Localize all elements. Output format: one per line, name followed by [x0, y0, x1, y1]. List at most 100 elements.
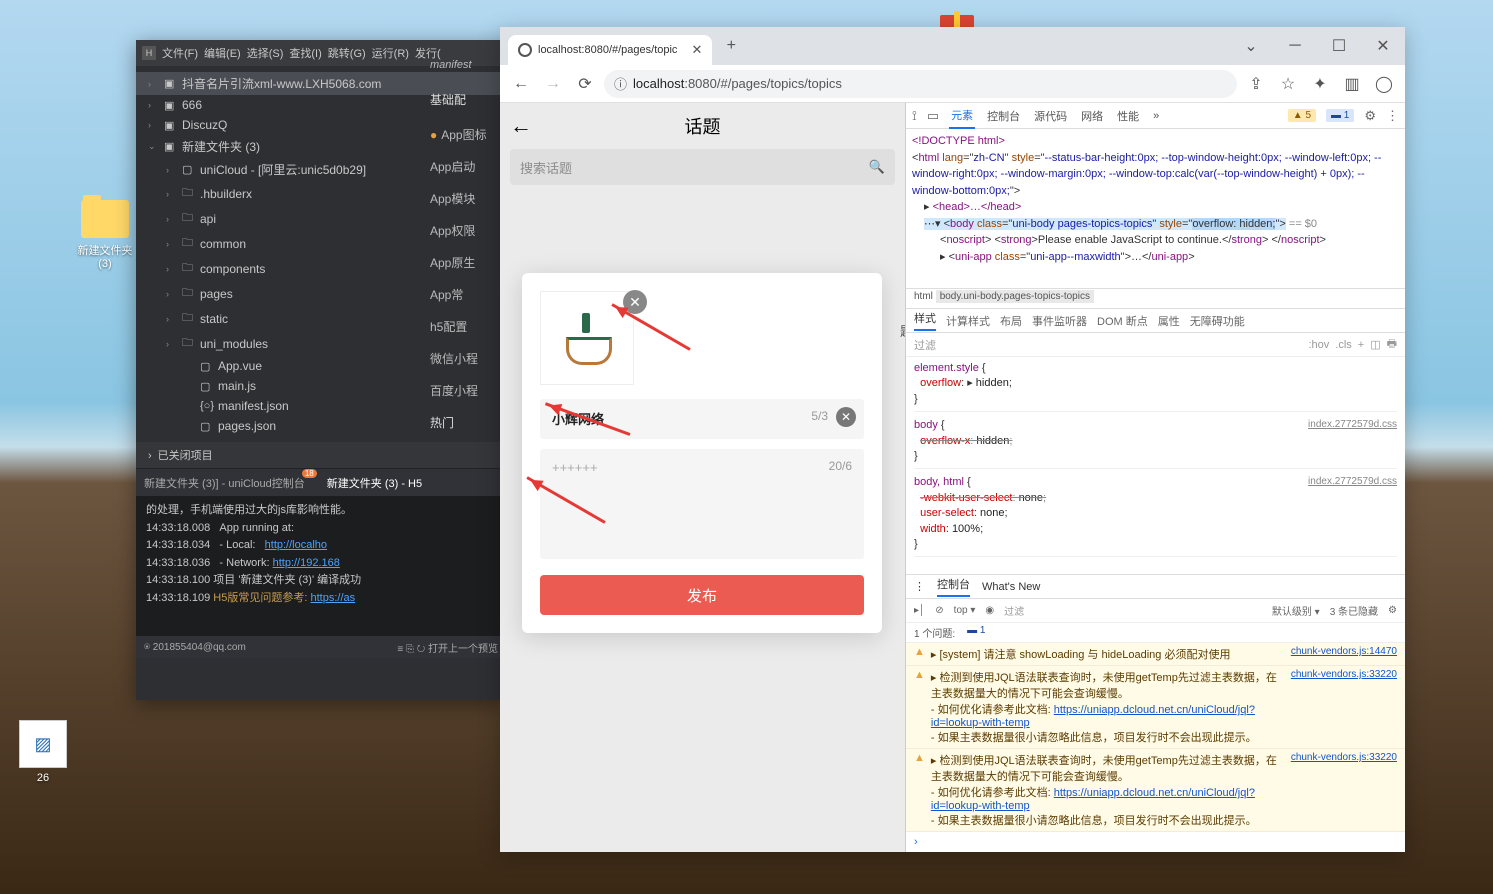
address-bar[interactable]: ⓘ localhost:8080/#/pages/topics/topics: [604, 70, 1237, 98]
drawer-menu-icon[interactable]: ⋮: [914, 580, 925, 593]
drawer-console-tab[interactable]: 控制台: [937, 576, 970, 597]
create-topic-modal: ✕ 小辉网络 5/3 ✕ ++++++ 20/6 发布: [522, 273, 882, 633]
console-settings-icon[interactable]: ⚙: [1388, 605, 1397, 616]
setting-app-module[interactable]: App模块: [430, 190, 510, 207]
console-filter-input[interactable]: 过滤: [1004, 603, 1262, 618]
tab-network[interactable]: 网络: [1079, 104, 1105, 128]
menu-edit[interactable]: 编辑(E): [204, 45, 241, 61]
tab-computed[interactable]: 计算样式: [946, 313, 990, 329]
new-tab-button[interactable]: +: [718, 37, 744, 55]
setting-app-perm[interactable]: App权限: [430, 222, 510, 239]
tab-console[interactable]: 控制台: [985, 104, 1022, 128]
warning-icon: ▲: [914, 752, 925, 828]
nav-reload-icon[interactable]: ⟳: [572, 71, 598, 97]
window-minimize[interactable]: ─: [1273, 27, 1317, 65]
window-controls: ⌄ ─ ☐ ✕: [1229, 27, 1405, 65]
tab-dom-break[interactable]: DOM 断点: [1097, 313, 1148, 329]
console-prompt[interactable]: ›: [906, 832, 1405, 852]
window-close[interactable]: ✕: [1361, 27, 1405, 65]
add-rule-icon[interactable]: +: [1358, 339, 1364, 351]
setting-baidu[interactable]: 百度小程: [430, 382, 510, 399]
setting-app-common[interactable]: App常: [430, 286, 510, 303]
ide-statusbar: ⍟ 201855404@qq.com ≡ ⎘ ↻ 打开上一个预览: [136, 636, 506, 658]
hot-topics-label: 热门: [430, 414, 510, 431]
sidebar-toggle-icon[interactable]: ▸│: [914, 605, 925, 616]
window-maximize[interactable]: ☐: [1317, 27, 1361, 65]
info-badge[interactable]: ▬ 1: [1326, 109, 1354, 122]
tab-props[interactable]: 属性: [1158, 313, 1180, 329]
profile-icon[interactable]: ◯: [1371, 71, 1397, 97]
folder-label: 新建文件夹 (3): [70, 242, 140, 270]
bookmark-icon[interactable]: ☆: [1275, 71, 1301, 97]
live-expr-icon[interactable]: ◉: [985, 605, 994, 616]
elements-breadcrumb[interactable]: html body.uni-body.pages-topics-topics: [906, 289, 1405, 309]
setting-h5[interactable]: h5配置: [430, 318, 510, 335]
desktop-folder[interactable]: 新建文件夹 (3): [70, 200, 140, 270]
styles-body[interactable]: element.style { overflow: ▸ hidden;} ind…: [906, 357, 1405, 575]
menu-run[interactable]: 运行(R): [372, 45, 409, 61]
tab-a11y[interactable]: 无障碍功能: [1190, 313, 1245, 329]
manifest-settings-panel: manifest 基础配 App图标 App启动 App模块 App权限 App…: [430, 55, 510, 431]
tab-performance[interactable]: 性能: [1115, 104, 1141, 128]
menu-select[interactable]: 选择(S): [247, 45, 284, 61]
image-label: 26: [8, 772, 78, 784]
setting-wechat[interactable]: 微信小程: [430, 350, 510, 367]
hov-toggle[interactable]: :hov: [1308, 339, 1329, 351]
tab-sources[interactable]: 源代码: [1032, 104, 1069, 128]
topic-desc-input[interactable]: ++++++ 20/6: [540, 449, 864, 559]
warnings-badge[interactable]: ▲ 5: [1288, 109, 1316, 122]
page-header: ← 话题: [500, 103, 905, 149]
tab-close-icon[interactable]: ✕: [691, 42, 702, 58]
publish-button[interactable]: 发布: [540, 575, 864, 615]
computed-toggle-icon[interactable]: ◫: [1370, 338, 1380, 351]
context-selector[interactable]: top ▾: [954, 605, 976, 616]
console-messages[interactable]: ▲ ▸ [system] 请注意 showLoading 与 hideLoadi…: [906, 643, 1405, 852]
setting-app-launch[interactable]: App启动: [430, 158, 510, 175]
menu-find[interactable]: 查找(I): [289, 45, 321, 61]
console-warning: ▲ ▸ 检测到使用JQL语法联表查询时，未使用getTemp先过滤主表数据，在主…: [906, 666, 1405, 749]
tab-styles[interactable]: 样式: [914, 310, 936, 331]
share-icon[interactable]: ⇪: [1243, 71, 1269, 97]
cls-toggle[interactable]: .cls: [1335, 339, 1352, 351]
menu-file[interactable]: 文件(F): [162, 45, 198, 61]
browser-titlebar: localhost:8080/#/pages/topic ✕ + ⌄ ─ ☐ ✕: [500, 27, 1405, 65]
setting-app-icon[interactable]: App图标: [430, 126, 510, 143]
tab-elements[interactable]: 元素: [949, 103, 975, 129]
device-toggle-icon[interactable]: ▭: [927, 108, 939, 124]
level-selector[interactable]: 默认级别 ▾: [1272, 603, 1320, 618]
filter-input[interactable]: 过滤: [914, 337, 936, 353]
ide-console[interactable]: 的处理，手机端使用过大的js库影响性能。 14:33:18.008 App ru…: [136, 496, 506, 636]
tab-layout[interactable]: 布局: [1000, 313, 1022, 329]
desktop-image-file[interactable]: ▨ 26: [8, 720, 78, 784]
gear-icon[interactable]: ⚙: [1364, 108, 1376, 124]
extensions-icon[interactable]: ✦: [1307, 71, 1333, 97]
tab-more[interactable]: »: [1151, 106, 1161, 126]
hidden-count[interactable]: 3 条已隐藏: [1330, 603, 1378, 618]
warning-icon: ▲: [914, 646, 925, 662]
page-title: 话题: [685, 113, 721, 139]
browser-tab[interactable]: localhost:8080/#/pages/topic ✕: [508, 35, 712, 65]
console-line: 14:33:18.036 - Network: http://192.168: [146, 555, 496, 573]
chrome-window: localhost:8080/#/pages/topic ✕ + ⌄ ─ ☐ ✕…: [500, 27, 1405, 852]
status-user[interactable]: ⍟ 201855404@qq.com: [144, 642, 246, 653]
inspect-icon[interactable]: ⟟: [912, 108, 917, 124]
clear-console-icon[interactable]: ⊘: [935, 605, 943, 616]
drawer-whatsnew-tab[interactable]: What's New: [982, 581, 1040, 593]
setting-app-native[interactable]: App原生: [430, 254, 510, 271]
status-preview[interactable]: ≡ ⎘ ↻ 打开上一个预览: [397, 640, 498, 655]
console-tab-unicloud[interactable]: 新建文件夹 (3)] - uniCloud控制台18: [144, 475, 305, 491]
reading-list-icon[interactable]: ▥: [1339, 71, 1365, 97]
chevron-down-icon[interactable]: ⌄: [1229, 27, 1273, 65]
nav-back-icon[interactable]: ←: [508, 71, 534, 97]
tab-listeners[interactable]: 事件监听器: [1032, 313, 1087, 329]
info-icon[interactable]: ⓘ: [614, 74, 627, 93]
console-tab-h5[interactable]: 新建文件夹 (3) - H5: [327, 475, 422, 491]
print-icon[interactable]: 🖶: [1387, 335, 1397, 354]
closed-projects-section[interactable]: ›已关闭项目: [136, 442, 506, 468]
elements-panel[interactable]: <!DOCTYPE html> <html lang="zh-CN" style…: [906, 129, 1405, 289]
back-icon[interactable]: ←: [510, 113, 532, 139]
more-icon[interactable]: ⋮: [1386, 108, 1399, 124]
clear-name-icon[interactable]: ✕: [836, 407, 856, 427]
issues-row[interactable]: 1 个问题:▬ 1: [906, 623, 1405, 643]
menu-goto[interactable]: 跳转(G): [328, 45, 366, 61]
